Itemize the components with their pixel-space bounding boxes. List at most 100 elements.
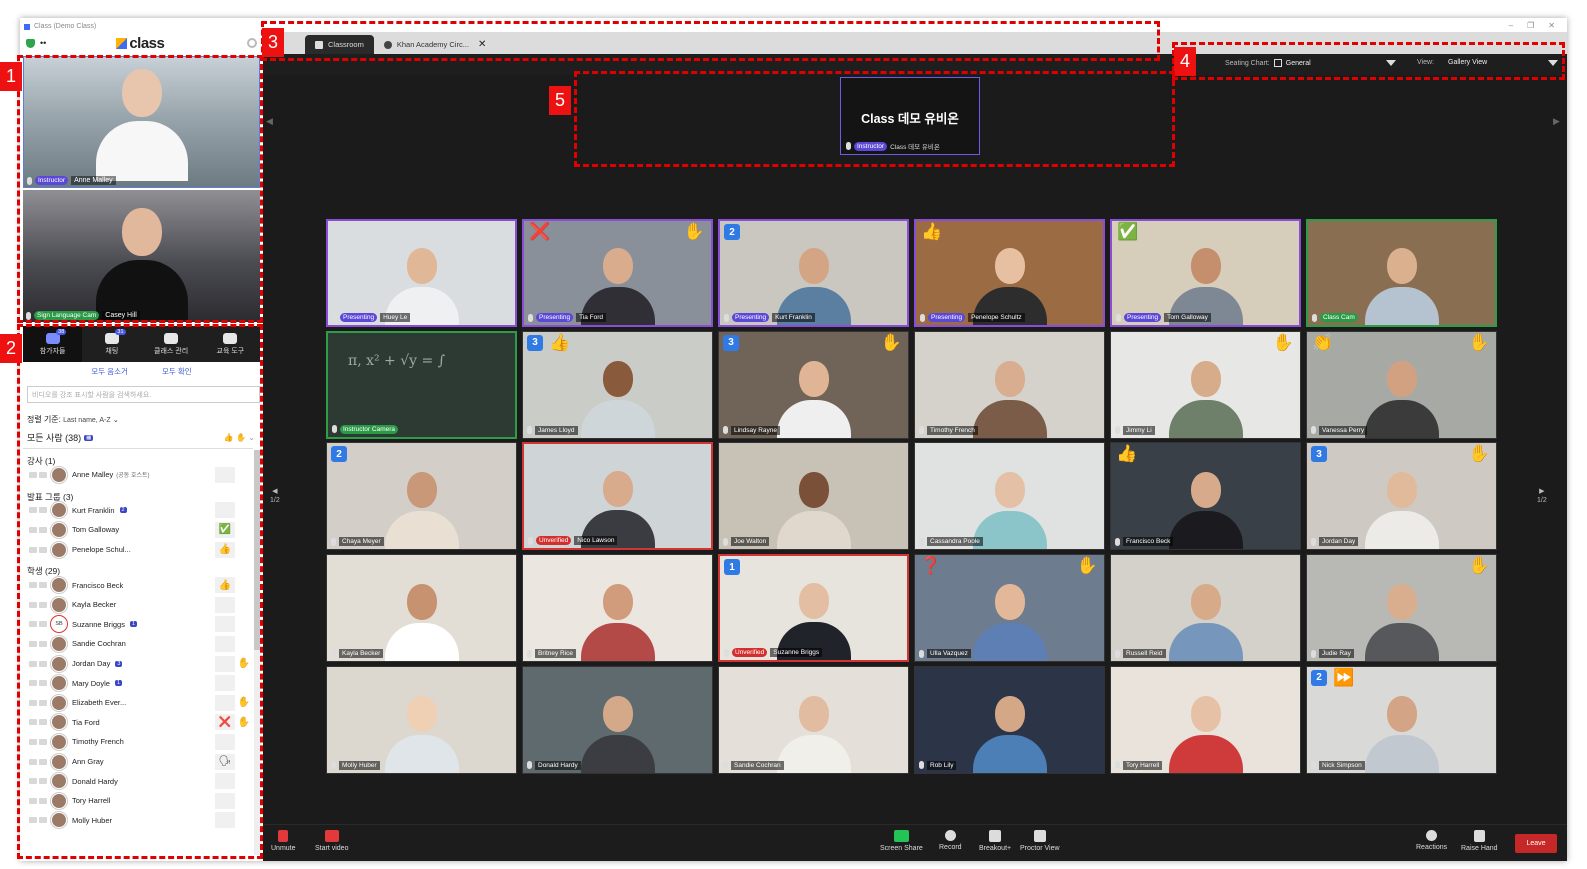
person-silhouette: [580, 584, 655, 662]
role-badge: Unverified: [732, 648, 768, 658]
video-tile[interactable]: Unverified Nico Lawson: [522, 442, 713, 551]
video-tile[interactable]: Joe Walton: [718, 442, 909, 551]
person-silhouette: [1168, 584, 1243, 662]
reaction-icon: 👍: [921, 222, 943, 241]
leave-button[interactable]: Leave: [1515, 834, 1557, 853]
tile-name-tag: Unverified Nico Lawson: [528, 536, 618, 546]
unmute-button[interactable]: Unmute: [271, 830, 296, 852]
video-tile[interactable]: 👏 ✋ Vanessa Perry: [1306, 330, 1497, 439]
video-tile[interactable]: ✋ Jimmy Li: [1110, 330, 1301, 439]
mic-icon: [528, 536, 533, 545]
screen-share-icon: [893, 830, 909, 842]
brand-name: class: [129, 34, 165, 52]
proctor-view-button[interactable]: Proctor View: [1020, 830, 1060, 852]
button-label: Unmute: [271, 845, 296, 852]
video-tile[interactable]: ❓ ✋ Ulla Vazquez: [914, 554, 1105, 663]
mic-icon: [919, 761, 924, 770]
body-shape: [384, 734, 459, 773]
head-shape: [1386, 695, 1417, 732]
video-tile[interactable]: Presenting Huey Le: [326, 219, 517, 327]
video-tile[interactable]: ✋ Judie Ray: [1306, 554, 1497, 663]
video-tile[interactable]: Donald Hardy: [522, 665, 713, 774]
video-tile[interactable]: 2 Chaya Meyer: [326, 442, 517, 551]
video-tile[interactable]: Kayla Becker: [326, 554, 517, 663]
body-shape: [580, 399, 655, 438]
video-tile[interactable]: Sandie Cochran: [718, 665, 909, 774]
participant-name: Donald Hardy: [535, 760, 581, 770]
person-silhouette: [384, 695, 459, 773]
video-tile[interactable]: 👍 Presenting Penelope Schultz: [914, 219, 1105, 327]
gear-icon[interactable]: [247, 38, 257, 48]
breakout-button[interactable]: Breakout+: [979, 830, 1011, 852]
participant-name: James Lloyd: [535, 425, 578, 435]
collapse-left-icon[interactable]: ◀: [266, 116, 273, 127]
video-tile[interactable]: 👍 Francisco Beck: [1110, 442, 1301, 551]
head-shape: [1386, 584, 1417, 621]
participant-name: Nico Lawson: [574, 536, 618, 546]
tile-name-tag: Cassandra Poole: [919, 537, 983, 547]
video-tile[interactable]: 2 Presenting Kurt Franklin: [718, 219, 909, 327]
body-shape: [776, 734, 851, 773]
video-tile[interactable]: Molly Huber: [326, 665, 517, 774]
brand-logo: class: [116, 34, 165, 52]
video-tile[interactable]: Timothy French: [914, 330, 1105, 439]
video-tile[interactable]: ❌ ✋ Presenting Tia Ford: [522, 219, 713, 327]
maximize-button[interactable]: ❐: [1527, 21, 1534, 30]
tile-name-tag: Russell Reid: [1115, 649, 1166, 659]
tile-name-tag: Judie Ray: [1311, 649, 1354, 659]
page-indicator: 1/2: [270, 497, 280, 504]
annotation-label-5: 5: [549, 86, 571, 115]
raise-hand-button[interactable]: Raise Hand: [1461, 830, 1498, 852]
body-shape: [1364, 734, 1439, 773]
body-shape: [1364, 623, 1439, 662]
screen-share-button[interactable]: Screen Share: [880, 830, 923, 852]
next-page-button[interactable]: ▶ 1/2: [1537, 487, 1547, 505]
tile-name-tag: Nick Simpson: [1311, 760, 1365, 770]
raised-hand-icon: ✋: [1468, 556, 1490, 576]
collapse-right-icon[interactable]: ▶: [1553, 116, 1560, 127]
video-tile[interactable]: 2 ⏩ Nick Simpson: [1306, 665, 1497, 774]
video-tile[interactable]: Tory Harrell: [1110, 665, 1301, 774]
tile-name-tag: Sandie Cochran: [723, 760, 784, 770]
window-title: Class (Demo Class): [34, 23, 97, 30]
more-dots-icon[interactable]: ••: [40, 38, 46, 48]
video-tile[interactable]: Class Cam: [1306, 219, 1497, 327]
tile-name-tag: Vanessa Perry: [1311, 425, 1368, 435]
body-shape: [1168, 734, 1243, 773]
head-shape: [406, 695, 437, 732]
button-label: Start video: [315, 845, 349, 852]
question-count-badge: 2: [1311, 669, 1327, 686]
video-tile[interactable]: Rob Lily: [914, 665, 1105, 774]
video-tile[interactable]: 3 ✋ Jordan Day: [1306, 442, 1497, 551]
video-tile[interactable]: Britney Rice: [522, 554, 713, 663]
person-silhouette: [384, 472, 459, 550]
video-tile[interactable]: Cassandra Poole: [914, 442, 1105, 551]
person-silhouette: [972, 695, 1047, 773]
mic-icon: [1311, 426, 1316, 435]
participant-name: Tory Harrell: [1123, 760, 1163, 770]
tile-name-tag: Jordan Day: [1311, 537, 1359, 547]
reactions-button[interactable]: Reactions: [1416, 830, 1447, 851]
minimize-button[interactable]: –: [1509, 21, 1513, 30]
participant-name: Huey Le: [380, 313, 411, 322]
video-tile[interactable]: π, x² + √y = ∫ Instructor Camera: [326, 330, 517, 439]
video-tile[interactable]: 3 👍 James Lloyd: [522, 330, 713, 439]
raised-hand-icon: ✋: [683, 222, 705, 241]
video-tile[interactable]: Russell Reid: [1110, 554, 1301, 663]
record-button[interactable]: Record: [939, 830, 962, 851]
close-button[interactable]: ✕: [1548, 21, 1555, 30]
tile-name-tag: Presenting Tom Galloway: [1116, 313, 1211, 322]
prev-page-button[interactable]: ◀ 1/2: [270, 487, 280, 505]
participant-name: Vanessa Perry: [1319, 425, 1368, 435]
video-tile[interactable]: 1 Unverified Suzanne Briggs: [718, 554, 909, 663]
gallery-grid: Presenting Huey Le ❌ ✋ Presenting Tia Ford 2 Pr…: [326, 219, 1497, 774]
video-tile[interactable]: 3 ✋ Lindsay Rayne: [718, 330, 909, 439]
mic-icon: [1115, 426, 1120, 435]
body-shape: [972, 511, 1047, 550]
mic-icon: [527, 426, 532, 435]
head-shape: [602, 695, 633, 732]
role-badge: Presenting: [732, 313, 770, 322]
start-video-button[interactable]: Start video: [315, 830, 348, 852]
video-tile[interactable]: ✅ Presenting Tom Galloway: [1110, 219, 1301, 327]
participant-name: Cassandra Poole: [927, 537, 983, 547]
